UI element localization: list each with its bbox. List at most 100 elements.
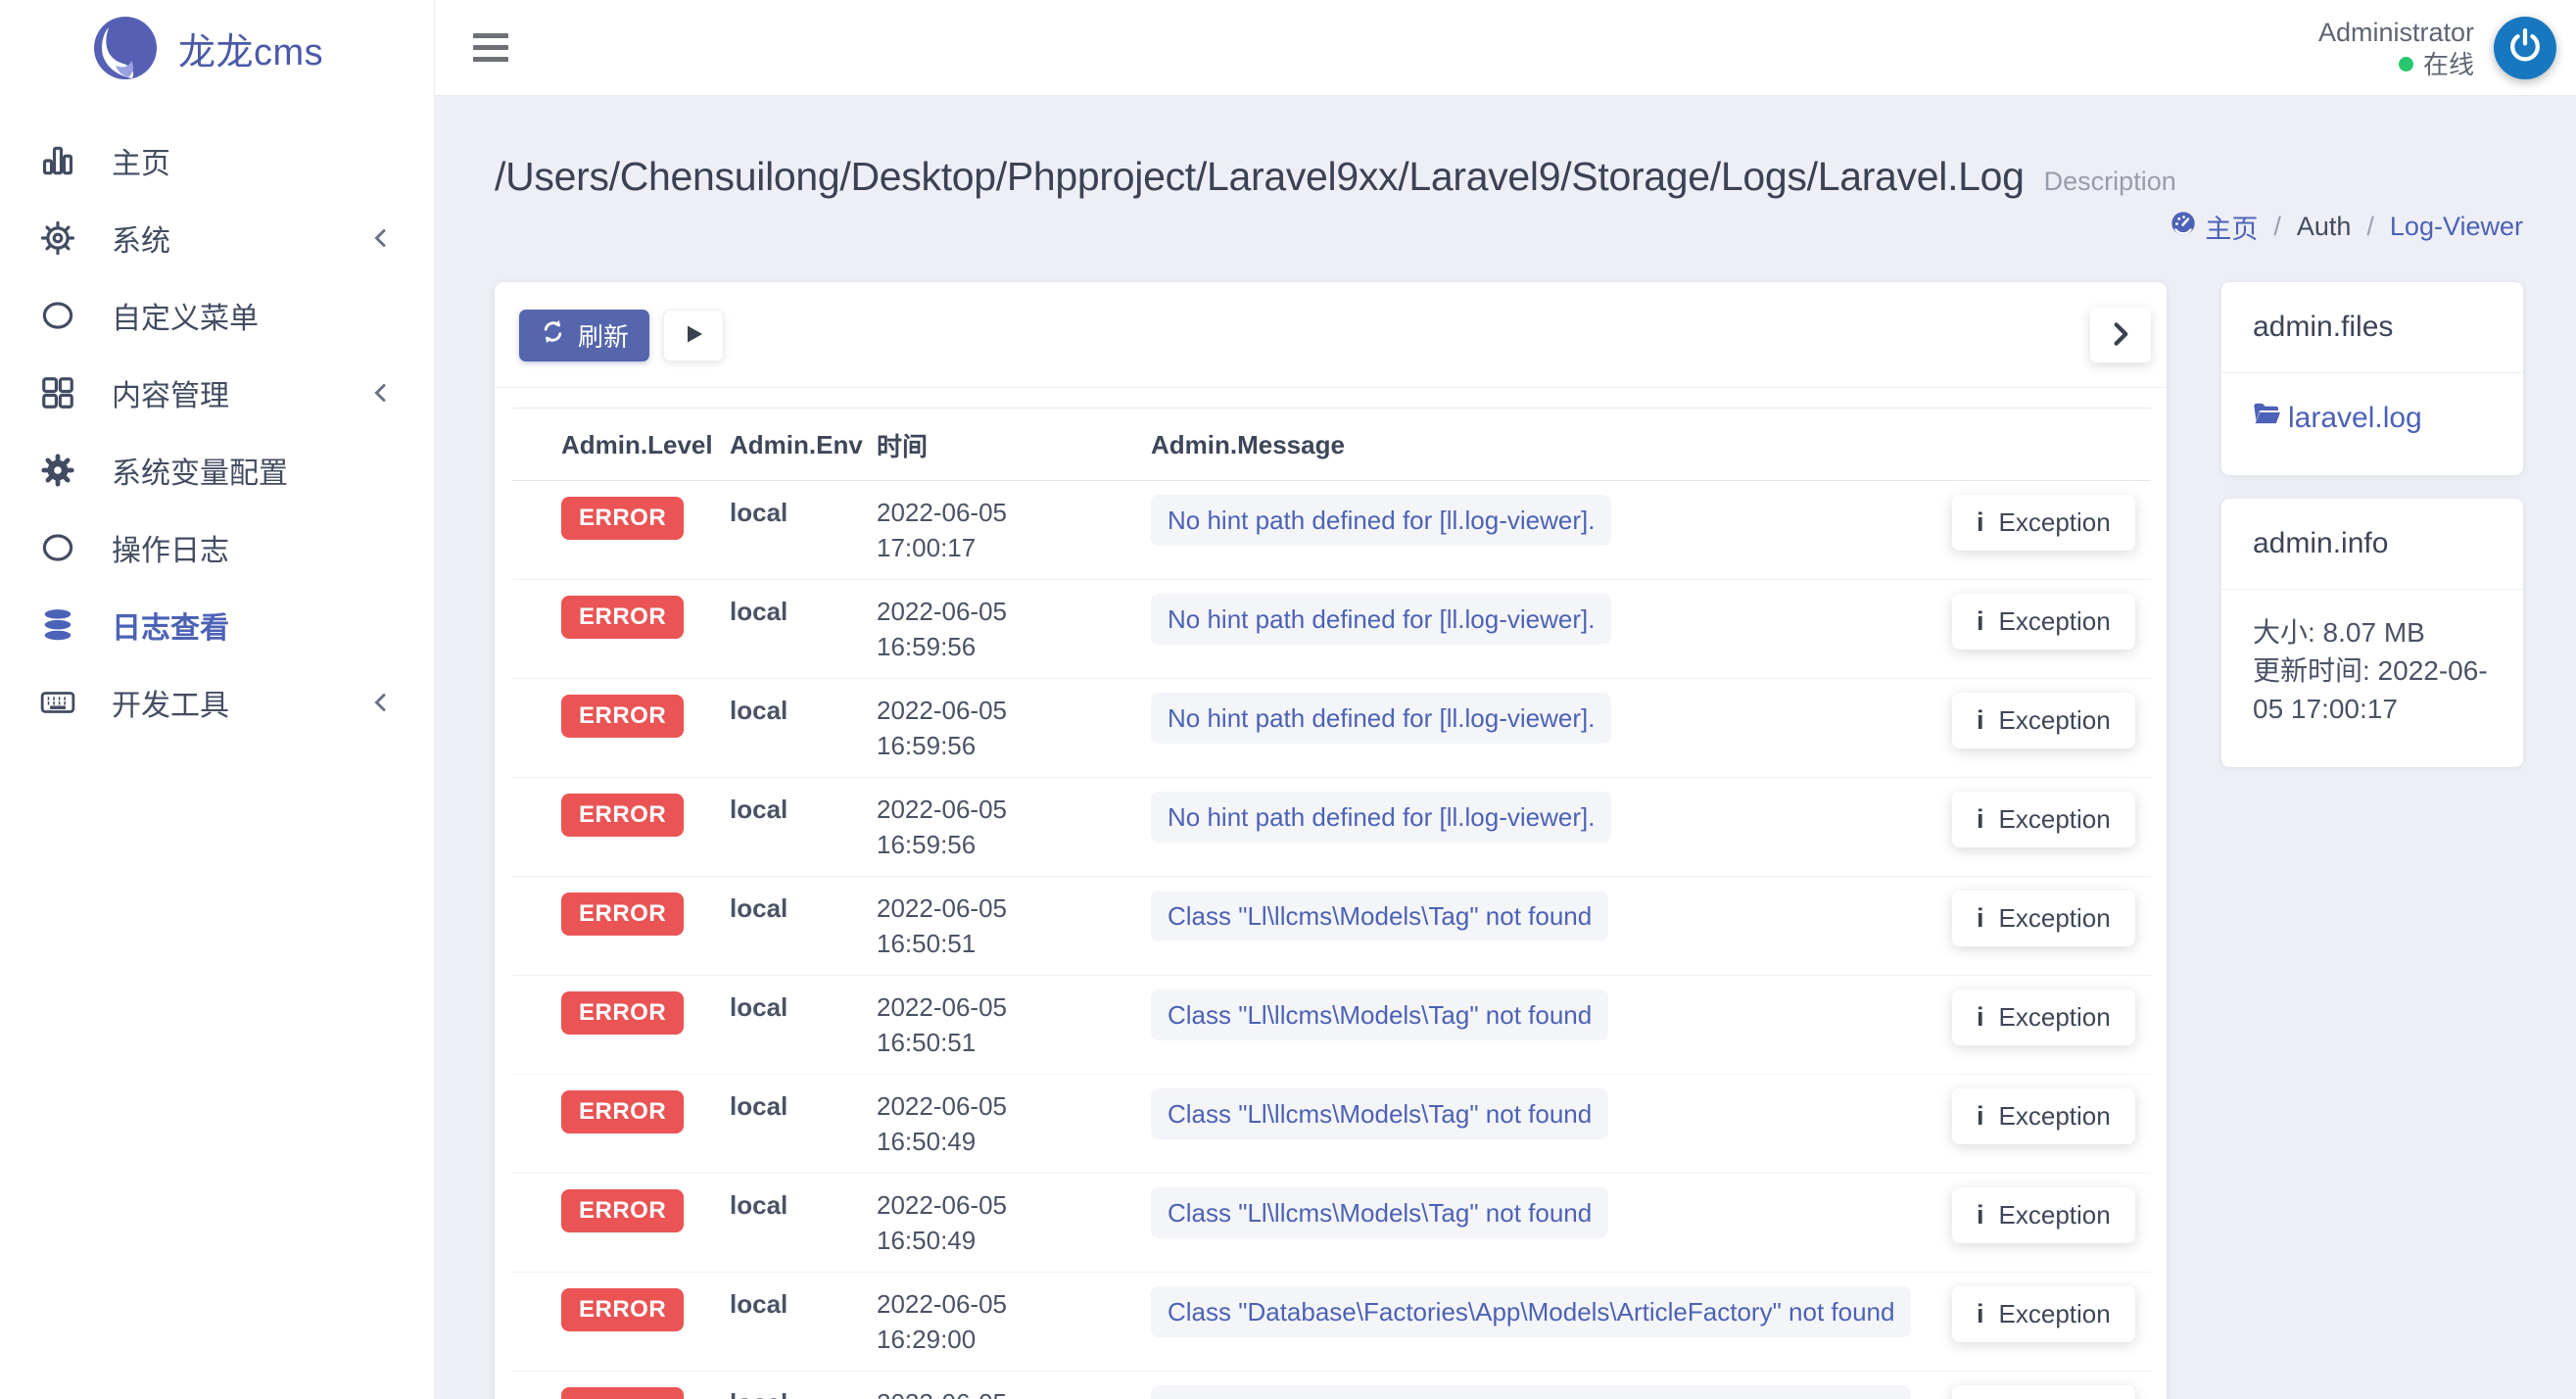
- log-message-link[interactable]: Class "Ll\llcms\Models\Tag" not found: [1151, 1187, 1608, 1238]
- level-badge: ERROR: [561, 497, 684, 540]
- table-row: ERROR local 2022-06-05 16:29:00 Class "D…: [512, 1273, 2151, 1372]
- level-badge: ERROR: [561, 1387, 684, 1399]
- exception-button[interactable]: i Exception: [1952, 495, 2135, 551]
- info-icon: i: [1977, 1299, 1984, 1329]
- chevron-left-icon: [369, 691, 393, 714]
- env-cell: local: [718, 1273, 865, 1372]
- exception-button[interactable]: i Exception: [1952, 1088, 2135, 1144]
- sidebar-item-label: 主页: [112, 139, 393, 182]
- avatar[interactable]: [2494, 17, 2556, 79]
- log-message-link[interactable]: Class "Database\Factories\App\Models\Art…: [1151, 1385, 1911, 1399]
- file-size-text: 大小: 8.07 MB: [2253, 613, 2492, 651]
- time-cell: 2022-06-05 16:50:49: [865, 1174, 1139, 1273]
- env-cell: local: [718, 778, 865, 877]
- table-header-row: Admin.Level Admin.Env 时间 Admin.Message: [512, 409, 2151, 481]
- time-cell: 2022-06-05 16:59:56: [865, 580, 1139, 679]
- sidebar-item-log-viewer[interactable]: 日志查看: [0, 586, 434, 663]
- sidebar-item-content-management[interactable]: 内容管理: [0, 354, 434, 431]
- exception-button[interactable]: i Exception: [1952, 594, 2135, 650]
- topbar-user: Administrator 在线: [2318, 16, 2558, 80]
- sidebar-item-home[interactable]: 主页: [0, 121, 434, 199]
- main-area: Administrator 在线 /Users/Chens: [434, 0, 2576, 1399]
- sidebar-item-system-variables[interactable]: 系统变量配置: [0, 431, 434, 508]
- env-cell: local: [718, 877, 865, 976]
- info-icon: i: [1977, 1002, 1984, 1033]
- time-cell: 2022-06-05 16:50:51: [865, 976, 1139, 1075]
- log-card: 刷新: [495, 282, 2167, 1399]
- next-page-button[interactable]: [2090, 308, 2151, 362]
- table-row: ERROR local 2022-06-05 16:50:51 Class "L…: [512, 976, 2151, 1075]
- sidebar-menu: 主页 系统: [0, 96, 434, 741]
- info-icon: i: [1977, 804, 1984, 835]
- exception-button[interactable]: i Exception: [1952, 989, 2135, 1045]
- page-header: /Users/Chensuilong/Desktop/Phpproject/La…: [495, 151, 2523, 202]
- sidebar-item-operation-log[interactable]: 操作日志: [0, 508, 434, 586]
- env-cell: local: [718, 481, 865, 580]
- info-icon: i: [1977, 507, 1984, 538]
- content-body: 刷新: [495, 282, 2523, 1399]
- column-header-time: 时间: [865, 409, 1139, 481]
- refresh-icon: [540, 318, 566, 352]
- sidebar-item-dev-tools[interactable]: 开发工具: [0, 663, 434, 741]
- brand-logo-icon: [94, 17, 157, 79]
- level-badge: ERROR: [561, 1090, 684, 1134]
- level-badge: ERROR: [561, 1189, 684, 1232]
- username: Administrator: [2318, 16, 2474, 49]
- level-badge: ERROR: [561, 1288, 684, 1331]
- table-row: ERROR local 2022-06-05 16:50:51 Class "L…: [512, 877, 2151, 976]
- chevron-left-icon: [369, 226, 393, 250]
- exception-button[interactable]: i Exception: [1952, 1385, 2135, 1399]
- log-message-link[interactable]: Class "Ll\llcms\Models\Tag" not found: [1151, 891, 1608, 941]
- page-subtitle: Description: [2044, 167, 2176, 197]
- column-header-action: [1940, 409, 2151, 481]
- breadcrumb-current-link[interactable]: Log-Viewer: [2390, 212, 2523, 242]
- log-message-link[interactable]: No hint path defined for [ll.log-viewer]…: [1151, 594, 1611, 645]
- level-badge: ERROR: [561, 991, 684, 1035]
- env-cell: local: [718, 976, 865, 1075]
- log-message-link[interactable]: No hint path defined for [ll.log-viewer]…: [1151, 495, 1611, 546]
- hamburger-menu-icon[interactable]: [473, 33, 508, 62]
- log-message-link[interactable]: Class "Ll\llcms\Models\Tag" not found: [1151, 1088, 1608, 1139]
- time-cell: 2022-06-05 17:00:17: [865, 481, 1139, 580]
- exception-button[interactable]: i Exception: [1952, 1187, 2135, 1243]
- refresh-button[interactable]: 刷新: [519, 310, 649, 362]
- file-updated-text: 更新时间: 2022-06-05 17:00:17: [2253, 651, 2492, 728]
- topbar: Administrator 在线: [434, 0, 2576, 96]
- exception-button[interactable]: i Exception: [1952, 792, 2135, 847]
- exception-button[interactable]: i Exception: [1952, 891, 2135, 946]
- column-header-env: Admin.Env: [718, 409, 865, 481]
- play-button[interactable]: [663, 310, 724, 362]
- exception-button[interactable]: i Exception: [1952, 693, 2135, 748]
- files-card: admin.files laravel.log: [2221, 282, 2523, 475]
- folder-open-icon: [2251, 399, 2282, 438]
- sidebar-item-system[interactable]: 系统: [0, 199, 434, 276]
- log-message-link[interactable]: Class "Ll\llcms\Models\Tag" not found: [1151, 989, 1608, 1040]
- online-dot-icon: [2399, 57, 2413, 72]
- time-cell: 2022-06-05: [865, 1372, 1139, 1399]
- time-cell: 2022-06-05 16:29:00: [865, 1273, 1139, 1372]
- log-toolbar: 刷新: [495, 282, 2167, 388]
- log-message-link[interactable]: Class "Database\Factories\App\Models\Art…: [1151, 1286, 1911, 1337]
- right-panel: admin.files laravel.log: [2221, 282, 2523, 767]
- online-status: 在线: [2318, 49, 2474, 80]
- log-message-link[interactable]: No hint path defined for [ll.log-viewer]…: [1151, 693, 1611, 744]
- breadcrumb-separator: /: [2366, 212, 2374, 242]
- env-cell: local: [718, 679, 865, 778]
- log-file-link[interactable]: laravel.log: [2251, 399, 2422, 438]
- chevron-right-icon: [2107, 320, 2134, 351]
- content: /Users/Chensuilong/Desktop/Phpproject/La…: [434, 96, 2576, 1399]
- brand[interactable]: 龙龙cms: [0, 0, 434, 96]
- log-message-link[interactable]: No hint path defined for [ll.log-viewer]…: [1151, 792, 1611, 843]
- sidebar-item-label: 系统变量配置: [112, 449, 393, 492]
- time-cell: 2022-06-05 16:50:51: [865, 877, 1139, 976]
- sidebar-item-label: 系统: [112, 217, 369, 260]
- chevron-left-icon: [369, 381, 393, 405]
- exception-button[interactable]: i Exception: [1952, 1286, 2135, 1342]
- sidebar-item-custom-menu[interactable]: 自定义菜单: [0, 276, 434, 354]
- breadcrumb-home-link[interactable]: 主页: [2170, 208, 2258, 246]
- info-card-title: admin.info: [2221, 499, 2523, 590]
- info-icon: i: [1977, 903, 1984, 934]
- circle-icon: [37, 527, 78, 568]
- column-header-message: Admin.Message: [1139, 409, 1940, 481]
- table-row: ERROR local 2022-06-05 Class "Database\F…: [512, 1372, 2151, 1399]
